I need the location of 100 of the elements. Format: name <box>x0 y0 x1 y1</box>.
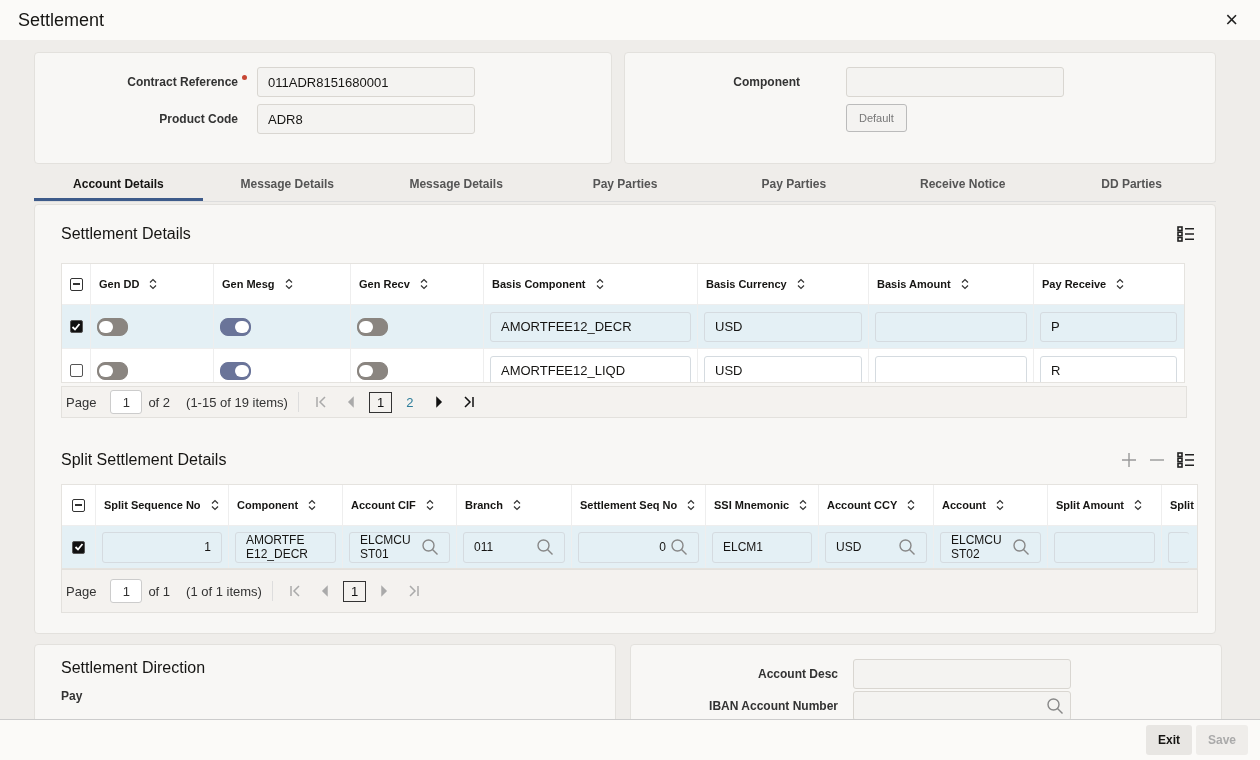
sort-icon[interactable] <box>210 499 219 511</box>
search-icon[interactable] <box>1046 697 1064 715</box>
column-header[interactable]: SSI Mnemonic <box>714 499 790 511</box>
input-field[interactable]: ELCM1 <box>712 531 812 563</box>
column-header[interactable]: Basis Currency <box>706 278 787 290</box>
sort-icon[interactable] <box>907 499 916 511</box>
input-field[interactable] <box>875 355 1027 382</box>
input-field[interactable]: P <box>1040 311 1177 342</box>
column-header[interactable]: Account CCY <box>827 499 898 511</box>
column-header[interactable]: Branch <box>465 499 503 511</box>
sort-icon[interactable] <box>425 499 434 511</box>
page-number[interactable]: 1 <box>342 580 367 602</box>
column-header[interactable]: Basis Amount <box>877 278 951 290</box>
items-summary: (1 of 1 items) <box>186 583 262 599</box>
input-field[interactable]: USD <box>825 531 927 563</box>
field-label: Pay <box>61 689 84 703</box>
tab[interactable]: Message Details <box>371 169 541 201</box>
section-title: Settlement Details <box>61 225 191 243</box>
tab[interactable]: Pay Parties <box>709 169 879 201</box>
section-title: Settlement Direction <box>61 659 207 677</box>
input-field[interactable] <box>846 67 1064 97</box>
footer-button[interactable]: Exit <box>1145 725 1192 755</box>
input-field[interactable]: ELCMCUST02 <box>940 531 1041 563</box>
page-input[interactable]: 1 <box>110 579 143 603</box>
page-input[interactable]: 1 <box>110 390 143 414</box>
toggle-switch[interactable] <box>357 317 388 336</box>
column-header[interactable]: Basis Component <box>492 278 586 290</box>
column-header[interactable]: Pay Receive <box>1042 278 1107 290</box>
input-field[interactable]: ADR8 <box>257 104 475 134</box>
toggle-switch[interactable] <box>97 361 128 380</box>
sort-icon[interactable] <box>419 278 428 290</box>
default-button[interactable]: Default <box>846 104 907 132</box>
column-header[interactable]: Account CIF <box>351 499 416 511</box>
tab[interactable]: Receive Notice <box>878 169 1048 201</box>
sort-icon[interactable] <box>799 499 808 511</box>
column-header[interactable]: Gen Mesg <box>222 278 275 290</box>
search-icon[interactable] <box>421 538 439 556</box>
sort-icon[interactable] <box>308 499 317 511</box>
sort-icon[interactable] <box>284 278 293 290</box>
sort-icon[interactable] <box>595 278 604 290</box>
page-label: Page <box>66 394 97 410</box>
field-label: IBAN Account Number <box>708 699 838 713</box>
search-icon[interactable] <box>670 538 688 556</box>
input-field[interactable]: 011ADR8151680001 <box>257 67 475 97</box>
tab[interactable]: Pay Parties <box>540 169 710 201</box>
field-label: Component <box>732 75 800 89</box>
window-title: Settlement <box>18 9 105 31</box>
sort-icon[interactable] <box>149 278 158 290</box>
input-field[interactable]: AMORTFEE12_DECR <box>490 311 691 342</box>
search-icon[interactable] <box>536 538 554 556</box>
page-count: of 1 <box>148 583 171 599</box>
column-header[interactable]: Gen DD <box>99 278 140 290</box>
toggle-switch[interactable] <box>97 317 128 336</box>
items-summary: (1-15 of 19 items) <box>186 394 288 410</box>
page-number[interactable]: 1 <box>368 391 393 413</box>
row-checkbox[interactable] <box>69 320 83 333</box>
sort-icon[interactable] <box>512 499 521 511</box>
sort-icon[interactable] <box>1134 499 1143 511</box>
column-header[interactable]: Split Amount <box>1056 499 1125 511</box>
column-list-icon[interactable] <box>1177 226 1195 242</box>
column-header[interactable]: Split <box>1170 499 1194 511</box>
search-icon[interactable] <box>1012 538 1030 556</box>
row-checkbox[interactable] <box>72 540 85 554</box>
tab[interactable]: Message Details <box>202 169 372 201</box>
sort-icon[interactable] <box>1116 278 1125 290</box>
sort-icon[interactable] <box>996 499 1004 511</box>
input-field[interactable]: 1 <box>102 531 222 563</box>
column-list-icon[interactable] <box>1177 452 1195 468</box>
close-button[interactable]: × <box>1221 7 1242 33</box>
toggle-switch[interactable] <box>357 361 388 380</box>
page-label: Page <box>66 583 97 599</box>
input-field[interactable]: 0 <box>578 531 699 563</box>
toggle-switch[interactable] <box>220 361 251 380</box>
sort-icon[interactable] <box>687 499 696 511</box>
tab[interactable]: DD Parties <box>1047 169 1216 201</box>
select-all-checkbox[interactable] <box>69 277 83 291</box>
input-field[interactable]: USD <box>704 311 862 342</box>
input-field[interactable]: USD <box>704 355 862 382</box>
input-field[interactable] <box>853 659 1071 689</box>
column-header[interactable]: Settlement Seq No <box>580 499 678 511</box>
input-field[interactable]: AMORTFEE12_DECR <box>235 531 336 563</box>
tab[interactable]: Account Details <box>34 169 203 201</box>
search-icon[interactable] <box>898 538 916 556</box>
column-header[interactable]: Gen Recv <box>359 278 410 290</box>
page-number[interactable]: 2 <box>398 391 422 413</box>
sort-icon[interactable] <box>960 278 969 290</box>
column-header[interactable]: Split Sequence No <box>104 499 201 511</box>
column-header[interactable]: Component <box>237 499 299 511</box>
input-field[interactable] <box>853 691 1071 720</box>
input-field[interactable]: AMORTFEE12_LIQD <box>490 355 691 382</box>
column-header[interactable]: Account <box>942 499 986 511</box>
input-field[interactable]: 011 <box>463 531 565 563</box>
sort-icon[interactable] <box>796 278 805 290</box>
page-count: of 2 <box>148 394 171 410</box>
select-all-checkbox[interactable] <box>72 498 85 512</box>
input-field[interactable]: R <box>1040 355 1177 382</box>
input-field[interactable]: ELCMCUST01 <box>349 531 450 563</box>
row-checkbox[interactable] <box>69 364 83 377</box>
field-label: Product Code <box>158 112 238 126</box>
toggle-switch[interactable] <box>220 317 251 336</box>
